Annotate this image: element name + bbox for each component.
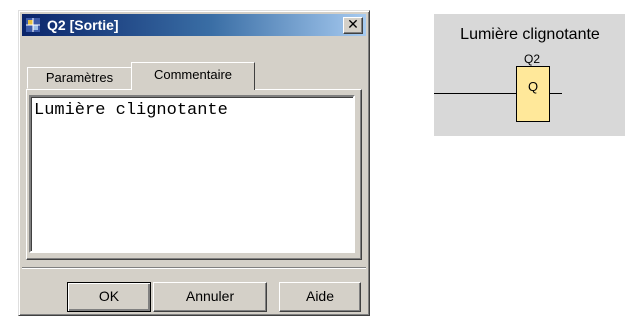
help-button[interactable]: Aide [279, 282, 361, 312]
divider [22, 267, 366, 269]
close-button[interactable]: ✕ [343, 17, 363, 34]
output-block-symbol: Lumière clignotante Q2 Q [434, 14, 625, 136]
block-id-label: Q2 [523, 52, 540, 66]
tab-parametres[interactable]: Paramètres [27, 67, 132, 89]
dialog-title: Q2 [Sortie] [47, 17, 119, 33]
output-connection-line [550, 93, 562, 94]
cancel-button[interactable]: Annuler [153, 282, 267, 312]
output-properties-dialog: Q2 [Sortie] ✕ Paramètres Commentaire Lum… [18, 10, 370, 316]
close-icon: ✕ [347, 17, 359, 33]
ok-button[interactable]: OK [67, 282, 151, 312]
output-block[interactable]: Q [516, 66, 550, 122]
block-icon [25, 17, 41, 33]
title-bar[interactable]: Q2 [Sortie] ✕ [22, 14, 366, 36]
comment-textarea[interactable]: Lumière clignotante [29, 95, 355, 253]
block-comment-label: Lumière clignotante [460, 26, 600, 43]
input-connection-line [434, 93, 516, 94]
tab-commentaire[interactable]: Commentaire [131, 62, 255, 90]
block-type-label: Q [527, 79, 539, 94]
